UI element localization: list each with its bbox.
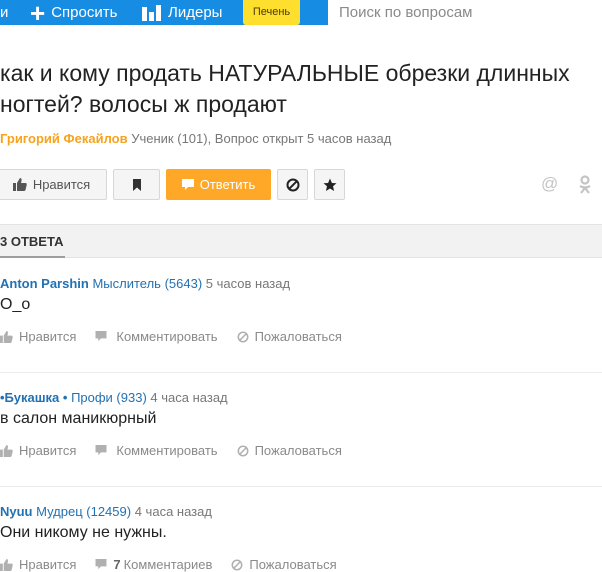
question-title: как и кому продать НАТУРАЛЬНЫЕ обрезки д… — [0, 60, 570, 117]
answer-divider — [0, 372, 602, 373]
like-label: Нравится — [32, 177, 91, 192]
comment-icon — [95, 559, 107, 570]
answer-text: О_о — [0, 296, 31, 313]
answer-comment-label: Комментировать — [116, 443, 218, 458]
plus-icon: + — [30, 0, 46, 25]
block-icon — [237, 445, 249, 456]
question-meta: Григорий Фекайлов Ученик (101), Вопрос о… — [0, 131, 391, 146]
block-icon — [231, 559, 243, 570]
flag-icon — [132, 178, 141, 191]
answer-like-button[interactable]: Нравится — [0, 557, 76, 572]
answer-rank[interactable]: Мыслитель (5643) — [92, 276, 202, 291]
answer-like-button[interactable]: Нравится — [0, 443, 76, 458]
thumb-up-icon — [12, 178, 27, 191]
answer-comment-label: Комментариев — [123, 557, 213, 572]
comment-icon — [181, 178, 194, 190]
bookmark-button[interactable] — [113, 169, 160, 200]
leaders-label: Лидеры — [168, 4, 223, 21]
question-author-link[interactable]: Григорий Фекайлов — [0, 131, 128, 146]
leaders-icon — [142, 4, 161, 21]
answer-button[interactable]: Ответить — [166, 169, 271, 200]
question-meta-text: Ученик (101), Вопрос открыт 5 часов наза… — [131, 131, 392, 146]
top-bar: и + Спросить Лидеры Печень — [0, 0, 602, 25]
like-button[interactable]: Нравится — [0, 169, 107, 200]
nav-item-truncated[interactable]: и — [0, 0, 8, 25]
answer-actions: Нравится Комментировать Пожаловаться — [0, 443, 361, 458]
answer-report-button[interactable]: Пожаловаться — [237, 329, 342, 344]
thumb-up-icon — [0, 444, 13, 457]
star-icon — [323, 178, 336, 191]
block-button[interactable] — [277, 169, 308, 200]
answer-comment-button[interactable]: Комментировать — [95, 329, 218, 344]
answers-count-tab[interactable]: 3 ОТВЕТА — [0, 225, 66, 258]
answer-author-link[interactable]: Nyuu — [0, 504, 33, 519]
thumb-up-icon — [0, 558, 13, 571]
answer-rank[interactable]: Профи (933) — [71, 390, 147, 405]
thumb-up-icon — [0, 330, 13, 343]
promo-badge[interactable]: Печень — [243, 0, 300, 25]
answer-like-label: Нравится — [19, 329, 77, 344]
answer-comment-button[interactable]: 7 Комментариев — [95, 557, 212, 572]
block-icon — [286, 178, 299, 191]
answer-report-label: Пожаловаться — [254, 443, 342, 458]
answers-tab-underline — [0, 256, 65, 258]
answer-divider — [0, 486, 602, 487]
answer-label: Ответить — [199, 177, 256, 192]
answer-comment-count: 7 — [113, 557, 121, 572]
answer-report-button[interactable]: Пожаловаться — [237, 443, 342, 458]
answer-time: 4 часа назад — [134, 504, 212, 519]
leaders-nav-link[interactable]: Лидеры — [142, 0, 222, 25]
answer-like-label: Нравится — [19, 443, 77, 458]
answers-tab-bar: 3 ОТВЕТА — [0, 224, 602, 258]
favorite-button[interactable] — [314, 169, 345, 200]
answer-text: Они никому не нужны. — [0, 524, 167, 541]
search-input[interactable] — [328, 0, 602, 25]
at-icon[interactable]: @ — [541, 174, 558, 194]
answer-actions: Нравится 7 Комментариев Пожаловаться — [0, 557, 356, 572]
answer-author-link[interactable]: •Букашка • — [0, 390, 67, 405]
answer-meta: •Букашка • Профи (933) 4 часа назад — [0, 390, 228, 405]
answer-comment-button[interactable]: Комментировать — [95, 443, 218, 458]
answer-like-button[interactable]: Нравится — [0, 329, 76, 344]
ask-nav-link[interactable]: + Спросить — [30, 0, 117, 25]
ask-label: Спросить — [51, 4, 118, 21]
answer-actions: Нравится Комментировать Пожаловаться — [0, 329, 361, 344]
answer-like-label: Нравится — [19, 557, 77, 572]
answer-meta: Nyuu Мудрец (12459) 4 часа назад — [0, 504, 212, 519]
answer-time: 4 часа назад — [150, 390, 228, 405]
answer-author-link[interactable]: Anton Parshin — [0, 276, 89, 291]
block-icon — [237, 331, 249, 342]
answer-report-button[interactable]: Пожаловаться — [231, 557, 337, 572]
answer-time: 5 часов назад — [205, 276, 291, 291]
answer-report-label: Пожаловаться — [254, 329, 342, 344]
odnoklassniki-icon[interactable] — [578, 175, 592, 195]
answer-text: в салон маникюрный — [0, 410, 157, 427]
comment-icon — [95, 331, 107, 342]
answer-rank[interactable]: Мудрец (12459) — [36, 504, 131, 519]
answer-meta: Anton Parshin Мыслитель (5643) 5 часов н… — [0, 276, 290, 291]
answer-report-label: Пожаловаться — [249, 557, 337, 572]
comment-icon — [95, 445, 107, 456]
answer-comment-label: Комментировать — [116, 329, 218, 344]
